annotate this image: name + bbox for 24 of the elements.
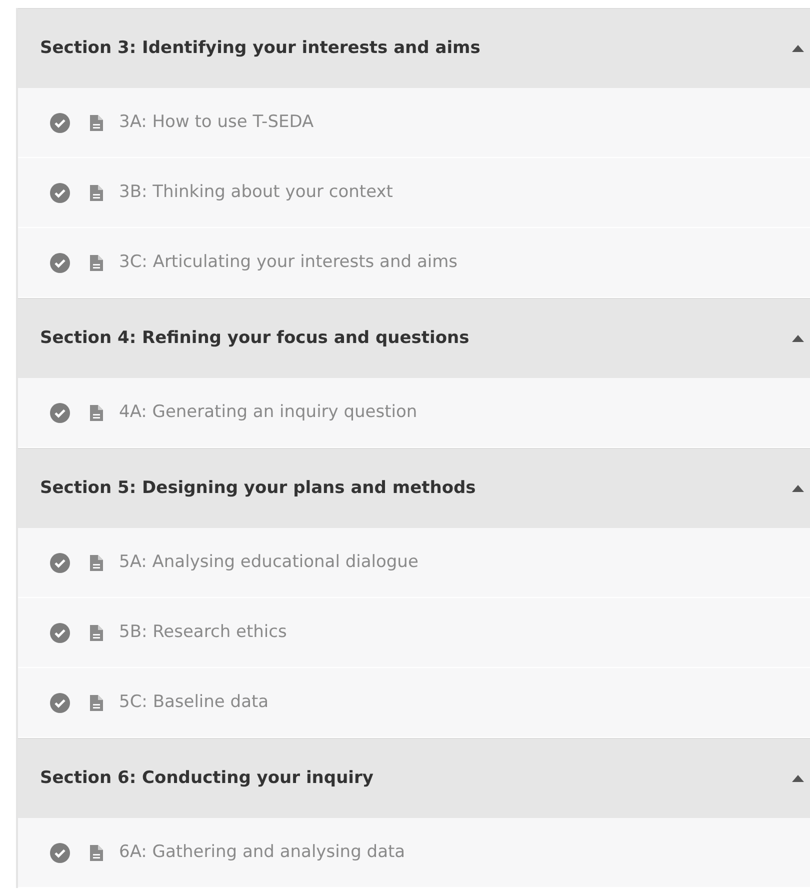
activity-link[interactable]: 4A: Generating an inquiry question xyxy=(119,400,418,426)
activity-link[interactable]: 3C: Articulating your interests and aims xyxy=(119,250,458,276)
document-icon xyxy=(90,624,103,640)
section-title[interactable]: Section 4: Refining your focus and questions xyxy=(40,326,470,352)
caret-up-icon[interactable] xyxy=(792,775,804,782)
caret-up-icon[interactable] xyxy=(792,335,804,342)
document-icon xyxy=(90,844,103,860)
activity-link[interactable]: 5C: Baseline data xyxy=(119,690,269,716)
activity-link[interactable]: 3A: How to use T-SEDA xyxy=(119,110,314,136)
activity-link[interactable]: 3B: Thinking about your context xyxy=(119,180,393,206)
activity-link[interactable]: 5B: Research ethics xyxy=(119,620,287,646)
document-icon xyxy=(90,694,103,710)
document-icon xyxy=(90,254,103,270)
document-icon xyxy=(90,404,103,420)
document-icon xyxy=(90,114,103,130)
section-title[interactable]: Section 6: Conducting your inquiry xyxy=(40,766,374,792)
activity-link[interactable]: 6A: Gathering and analysing data xyxy=(119,840,406,866)
document-icon xyxy=(90,184,103,200)
activity-link[interactable]: 5A: Analysing educational dialogue xyxy=(119,550,418,576)
section-title[interactable]: Section 5: Designing your plans and methods xyxy=(40,476,476,502)
document-icon xyxy=(90,554,103,570)
caret-up-icon[interactable] xyxy=(792,485,804,492)
section-title[interactable]: Section 3: Identifying your interests and aims xyxy=(40,36,480,62)
caret-up-icon[interactable] xyxy=(792,45,804,52)
